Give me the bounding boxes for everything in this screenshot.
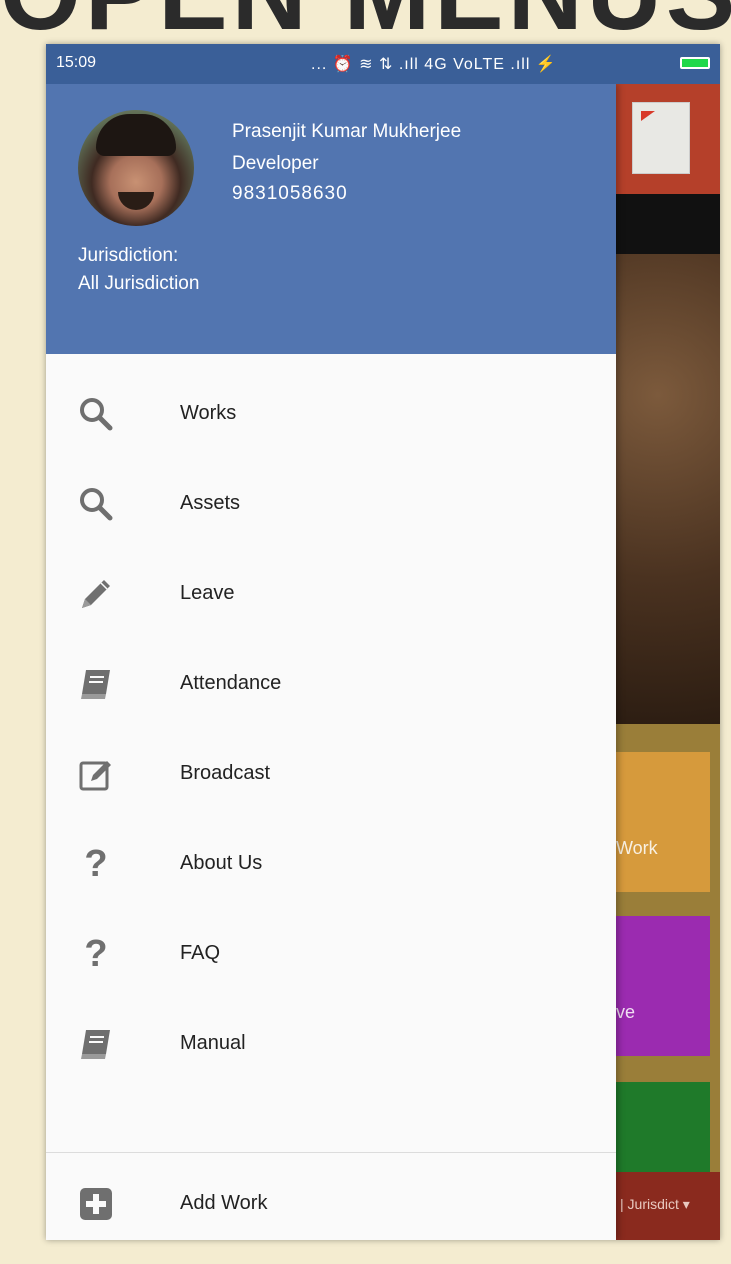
menu-item-faq[interactable]: ? FAQ: [46, 908, 616, 998]
menu-item-label: FAQ: [180, 942, 221, 964]
menu-item-label: Attendance: [180, 672, 282, 694]
menu-item-attendance[interactable]: Attendance: [46, 638, 616, 728]
user-phone: 9831058630: [232, 183, 348, 204]
edit-icon: [76, 754, 116, 794]
jurisdiction-value: All Jurisdiction: [78, 273, 200, 294]
battery-icon: [680, 57, 710, 69]
drawer-menu: Works Assets Leave Attendance Broadcast …: [46, 368, 616, 1088]
app-logo: [632, 102, 690, 174]
menu-item-add-work[interactable]: Add Work: [46, 1174, 616, 1240]
navigation-drawer: Prasenjit Kumar Mukherjee Developer 9831…: [46, 84, 616, 1240]
menu-divider: [46, 1152, 616, 1153]
status-indicators: ... ⏰ ≋ ⇅ .ıll 4G VoLTE .ıll ⚡: [311, 56, 557, 73]
menu-item-label: Leave: [180, 582, 235, 604]
slide-title: OPEN MENUS: [0, 0, 731, 46]
menu-item-label: Assets: [180, 492, 241, 514]
question-icon: ?: [84, 933, 108, 975]
menu-item-leave[interactable]: Leave: [46, 548, 616, 638]
user-name: Prasenjit Kumar Mukherjee: [232, 121, 462, 142]
leave-tile: ve: [616, 916, 710, 1056]
search-icon: [76, 394, 116, 434]
background-app: Work ve | Jurisdict ▾: [616, 84, 720, 1240]
user-role: Developer: [232, 153, 319, 174]
book-icon: [76, 1024, 116, 1064]
add-work-label: Add Work: [180, 1192, 268, 1214]
plus-square-icon: [76, 1184, 116, 1224]
pencil-icon: [76, 574, 116, 614]
phone-screen: 15:09 ... ⏰ ≋ ⇅ .ıll 4G VoLTE .ıll ⚡ Wor…: [46, 44, 720, 1240]
question-icon: ?: [84, 843, 108, 885]
background-image: [616, 254, 720, 724]
book-icon: [76, 664, 116, 704]
menu-item-works[interactable]: Works: [46, 368, 616, 458]
menu-item-broadcast[interactable]: Broadcast: [46, 728, 616, 818]
menu-item-about-us[interactable]: ? About Us: [46, 818, 616, 908]
drawer-header: Prasenjit Kumar Mukherjee Developer 9831…: [46, 84, 616, 354]
add-work-tile: Work: [616, 752, 710, 892]
menu-item-label: Works: [180, 402, 237, 424]
menu-item-label: About Us: [180, 852, 263, 874]
status-time: 15:09: [56, 54, 97, 71]
jurisdiction-selector: | Jurisdict ▾: [616, 1172, 720, 1240]
avatar[interactable]: [78, 110, 194, 226]
background-app-bar: [616, 84, 720, 194]
search-icon: [76, 484, 116, 524]
green-tile: [616, 1082, 710, 1172]
menu-item-label: Broadcast: [180, 762, 271, 784]
jurisdiction-label: Jurisdiction:: [78, 245, 179, 266]
menu-item-label: Manual: [180, 1032, 246, 1054]
menu-item-assets[interactable]: Assets: [46, 458, 616, 548]
menu-item-manual[interactable]: Manual: [46, 998, 616, 1088]
status-bar: 15:09 ... ⏰ ≋ ⇅ .ıll 4G VoLTE .ıll ⚡: [46, 44, 720, 84]
